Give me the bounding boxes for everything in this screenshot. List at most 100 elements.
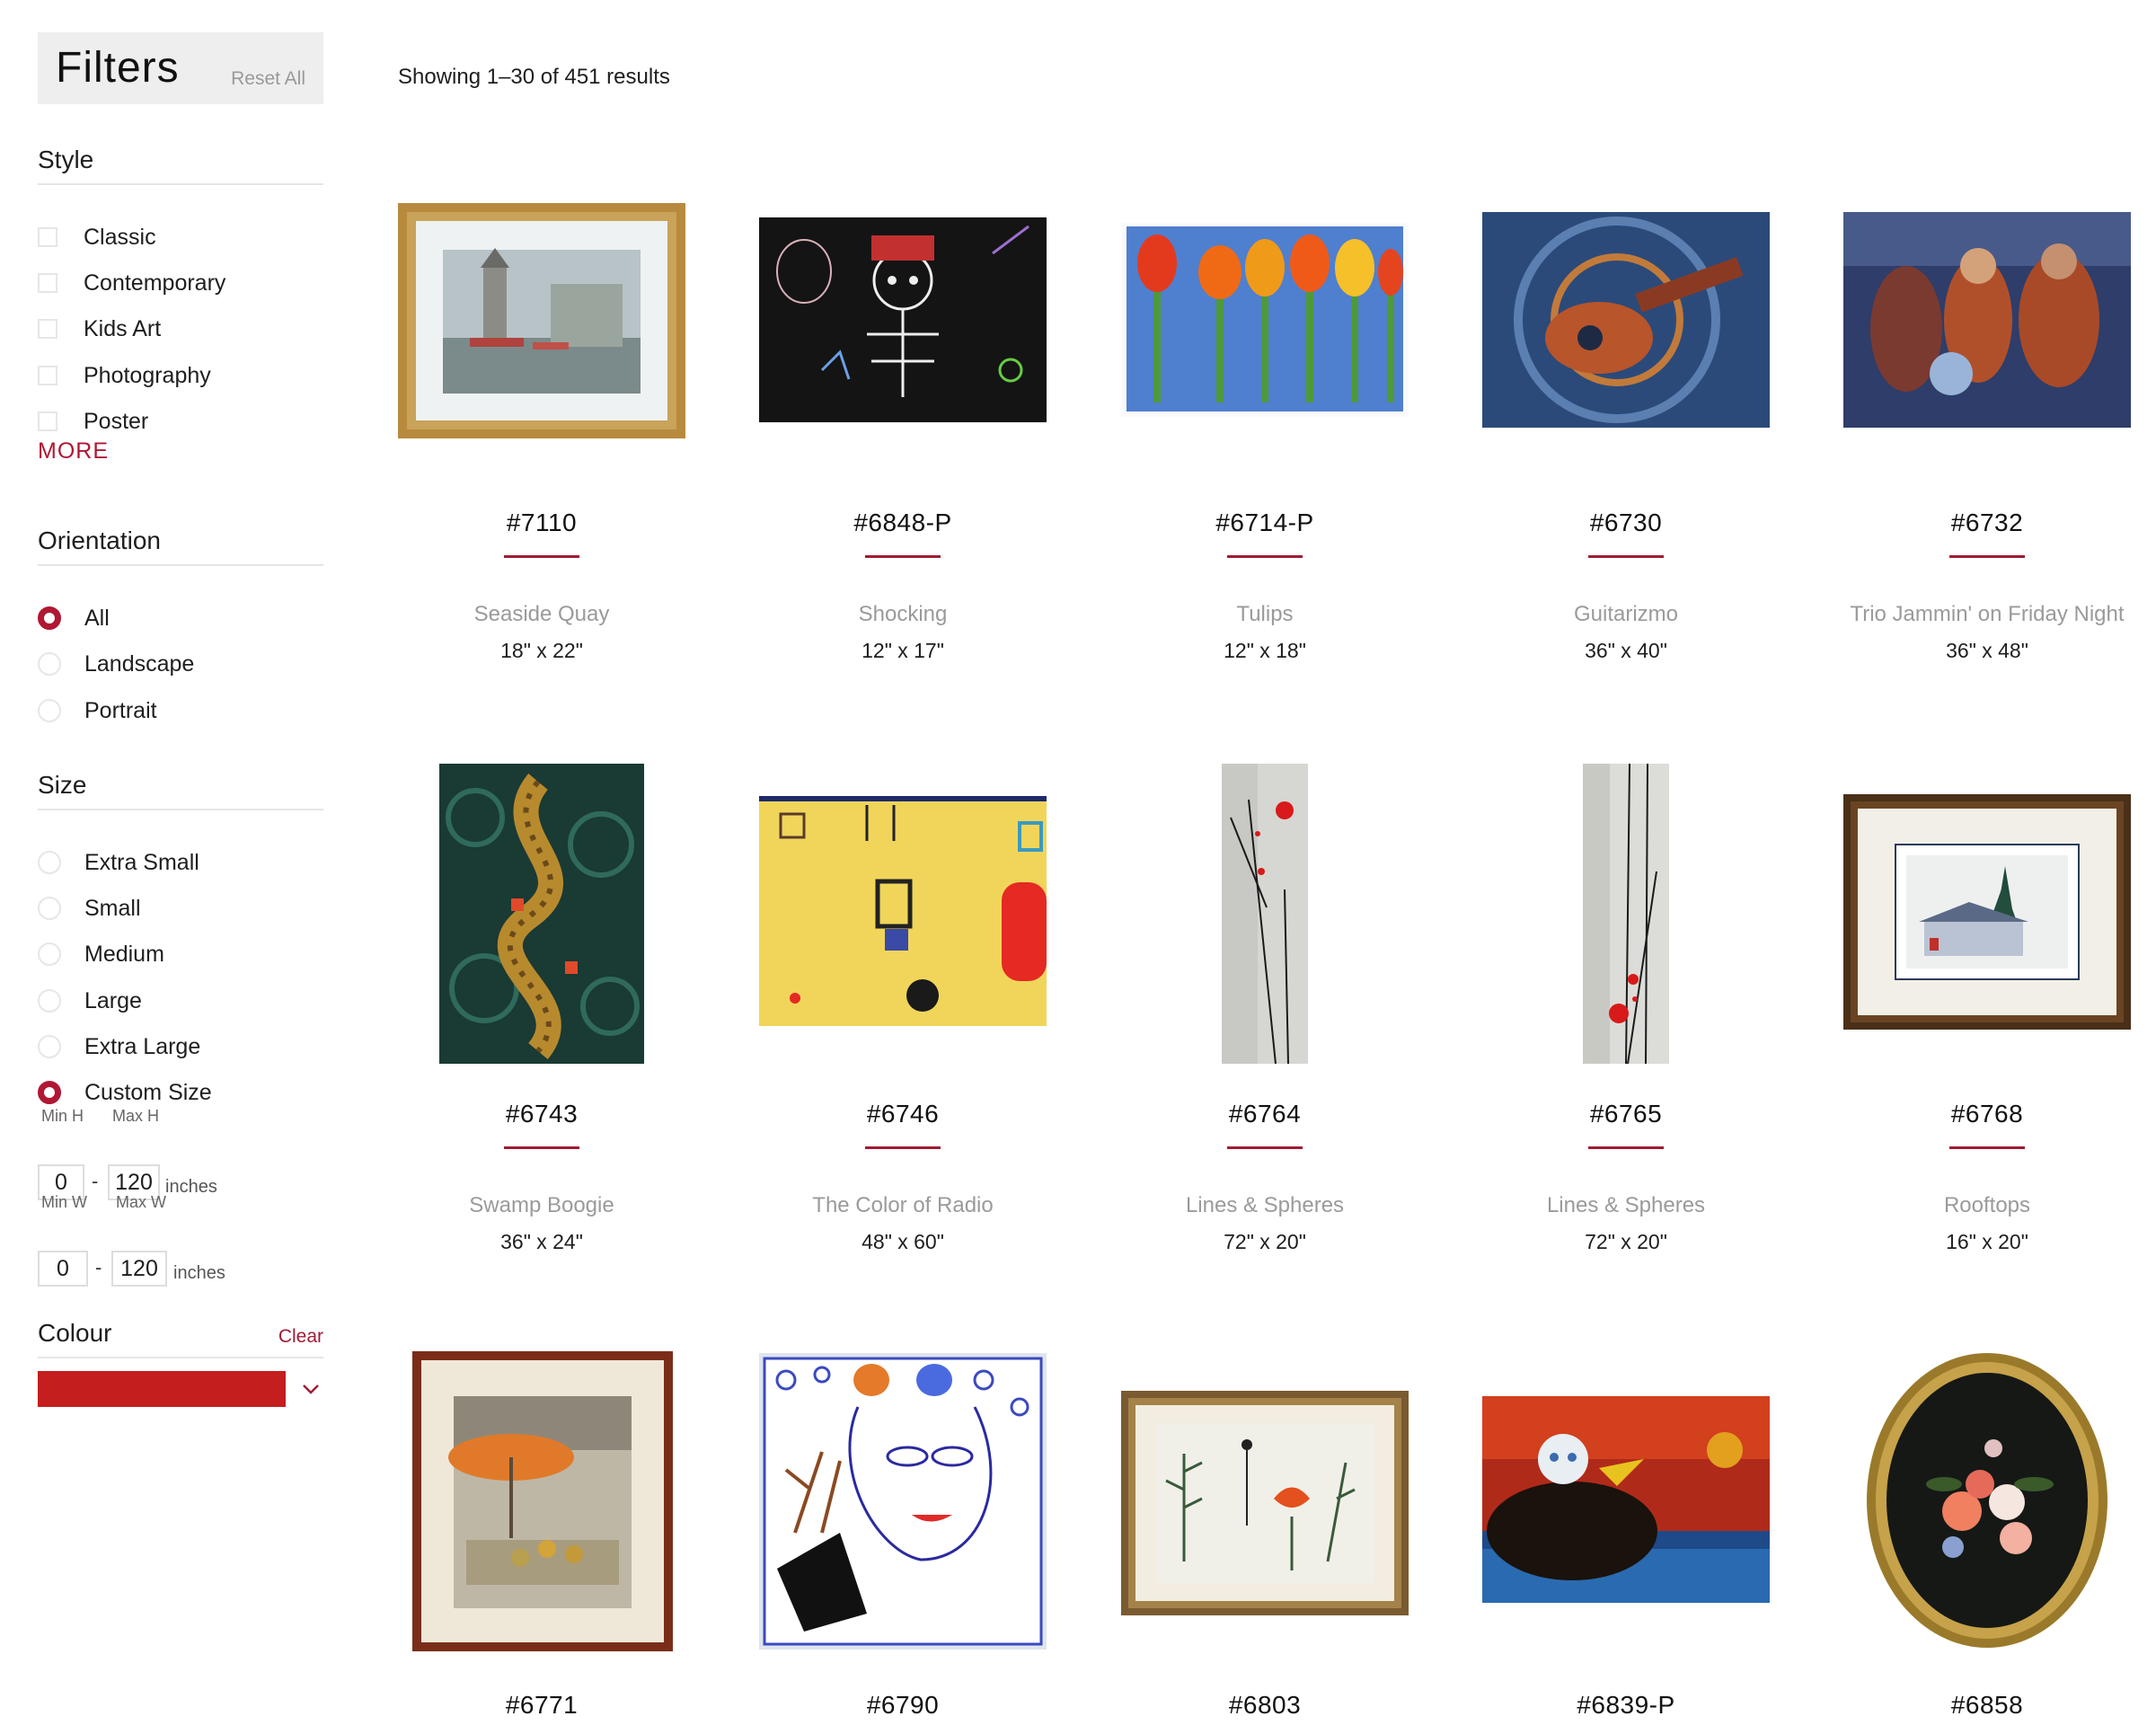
- artwork-thumbnail[interactable]: [759, 1353, 1047, 1650]
- colour-heading: Colour: [38, 1319, 112, 1347]
- product-title[interactable]: Tulips: [1103, 602, 1427, 627]
- product-size: 12" x 18": [1224, 639, 1306, 662]
- radio-button[interactable]: [38, 989, 61, 1013]
- style-section-header: Style: [38, 138, 323, 185]
- option-label: Portrait: [84, 697, 157, 723]
- product-sku[interactable]: #6803: [1121, 1691, 1409, 1720]
- option-label: Custom Size: [84, 1079, 212, 1105]
- artwork-thumbnail[interactable]: [1121, 223, 1409, 417]
- product-sku[interactable]: #6839-P: [1482, 1691, 1770, 1720]
- orientation-option-portrait[interactable]: Portrait: [38, 696, 157, 725]
- checkbox[interactable]: [38, 411, 57, 431]
- radio-button[interactable]: [38, 897, 61, 920]
- product-title[interactable]: Swamp Boogie: [380, 1193, 703, 1218]
- product-sku[interactable]: #6743: [398, 1100, 685, 1128]
- product-sku[interactable]: #6790: [759, 1691, 1047, 1720]
- product-sku[interactable]: #6848-P: [759, 509, 1047, 537]
- product-sku[interactable]: #6765: [1482, 1100, 1770, 1128]
- checkbox[interactable]: [38, 227, 57, 247]
- product-title[interactable]: Guitarizmo: [1464, 602, 1788, 627]
- accent-rule: [504, 1146, 579, 1149]
- product-sku[interactable]: #6771: [398, 1691, 685, 1720]
- filters-title: Filters: [56, 44, 180, 92]
- radio-button[interactable]: [38, 942, 61, 966]
- option-label: Medium: [84, 941, 164, 967]
- product-sku[interactable]: #6730: [1482, 509, 1770, 537]
- artwork-thumbnail[interactable]: [398, 203, 685, 438]
- colour-clear-link[interactable]: Clear: [278, 1326, 323, 1348]
- option-label: Small: [84, 895, 141, 921]
- product-sku[interactable]: #6714-P: [1121, 509, 1409, 537]
- product-title[interactable]: Rooftops: [1825, 1193, 2149, 1218]
- radio-button[interactable]: [38, 606, 61, 630]
- product-title[interactable]: Lines & Spheres: [1464, 1193, 1788, 1218]
- accent-rule: [865, 1146, 941, 1149]
- radio-button[interactable]: [38, 851, 61, 874]
- artwork-thumbnail[interactable]: [1482, 1396, 1770, 1603]
- min-width-label: Min W: [41, 1193, 87, 1211]
- artwork-thumbnail[interactable]: [1843, 794, 2131, 1030]
- product-title[interactable]: Lines & Spheres: [1103, 1193, 1427, 1218]
- checkbox[interactable]: [38, 319, 57, 339]
- artwork-thumbnail[interactable]: [412, 1351, 673, 1651]
- size-heading: Size: [38, 771, 87, 799]
- colour-swatch-selected[interactable]: [38, 1371, 286, 1407]
- product-size: 18" x 22": [500, 639, 583, 662]
- size-option-extra-small[interactable]: Extra Small: [38, 848, 199, 877]
- product-title[interactable]: Shocking: [741, 602, 1065, 627]
- radio-button[interactable]: [38, 652, 61, 676]
- option-label: Photography: [84, 362, 211, 388]
- product-title[interactable]: Seaside Quay: [380, 602, 703, 627]
- product-size: 48" x 60": [862, 1230, 944, 1253]
- results-summary: Showing 1–30 of 451 results: [398, 65, 670, 89]
- product-sku[interactable]: #6746: [759, 1100, 1047, 1128]
- artwork-thumbnail[interactable]: [759, 796, 1047, 1026]
- option-label: Kids Art: [84, 315, 162, 341]
- orientation-option-landscape[interactable]: Landscape: [38, 650, 194, 678]
- product-title[interactable]: The Color of Radio: [741, 1193, 1065, 1218]
- artwork-thumbnail[interactable]: [1583, 764, 1669, 1064]
- style-more-link[interactable]: MORE: [38, 438, 109, 464]
- radio-button[interactable]: [38, 1081, 61, 1104]
- artwork-thumbnail[interactable]: [1843, 212, 2131, 428]
- max-width-label: Max W: [116, 1193, 166, 1211]
- size-section-header: Size: [38, 764, 323, 810]
- checkbox[interactable]: [38, 273, 57, 293]
- artwork-thumbnail[interactable]: [1121, 1391, 1409, 1615]
- size-option-extra-large[interactable]: Extra Large: [38, 1032, 200, 1061]
- artwork-thumbnail[interactable]: [1222, 764, 1308, 1064]
- size-option-small[interactable]: Small: [38, 894, 141, 923]
- product-sku[interactable]: #6768: [1843, 1100, 2131, 1128]
- artwork-thumbnail[interactable]: [759, 217, 1047, 422]
- artwork-thumbnail[interactable]: [1863, 1349, 2111, 1651]
- accent-rule: [1588, 555, 1664, 558]
- product-size: 36" x 24": [500, 1230, 583, 1253]
- min-width-input[interactable]: 0: [38, 1251, 88, 1287]
- reset-all-link[interactable]: Reset All: [231, 68, 305, 90]
- style-option-photography[interactable]: Photography: [38, 361, 211, 390]
- orientation-option-all[interactable]: All: [38, 604, 110, 632]
- chevron-down-icon[interactable]: [302, 1380, 320, 1398]
- product-sku[interactable]: #6732: [1843, 509, 2131, 537]
- checkbox[interactable]: [38, 366, 57, 385]
- product-title[interactable]: Trio Jammin' on Friday Night: [1825, 602, 2149, 627]
- style-option-kids-art[interactable]: Kids Art: [38, 314, 161, 343]
- style-option-contemporary[interactable]: Contemporary: [38, 269, 225, 297]
- style-option-classic[interactable]: Classic: [38, 223, 156, 252]
- size-option-custom-size[interactable]: Custom Size: [38, 1078, 212, 1107]
- style-option-poster[interactable]: Poster: [38, 407, 148, 436]
- radio-button[interactable]: [38, 699, 61, 722]
- max-width-input[interactable]: 120: [111, 1251, 167, 1287]
- size-option-medium[interactable]: Medium: [38, 940, 164, 969]
- product-sku[interactable]: #7110: [398, 509, 685, 537]
- accent-rule: [1949, 1146, 2025, 1149]
- size-option-large[interactable]: Large: [38, 986, 142, 1015]
- product-sku[interactable]: #6764: [1121, 1100, 1409, 1128]
- radio-button[interactable]: [38, 1035, 61, 1058]
- option-label: Classic: [84, 224, 156, 250]
- artwork-thumbnail[interactable]: [439, 764, 644, 1064]
- artwork-thumbnail[interactable]: [1482, 212, 1770, 428]
- accent-rule: [1588, 1146, 1664, 1149]
- accent-rule: [1227, 1146, 1303, 1149]
- product-sku[interactable]: #6858: [1843, 1691, 2131, 1720]
